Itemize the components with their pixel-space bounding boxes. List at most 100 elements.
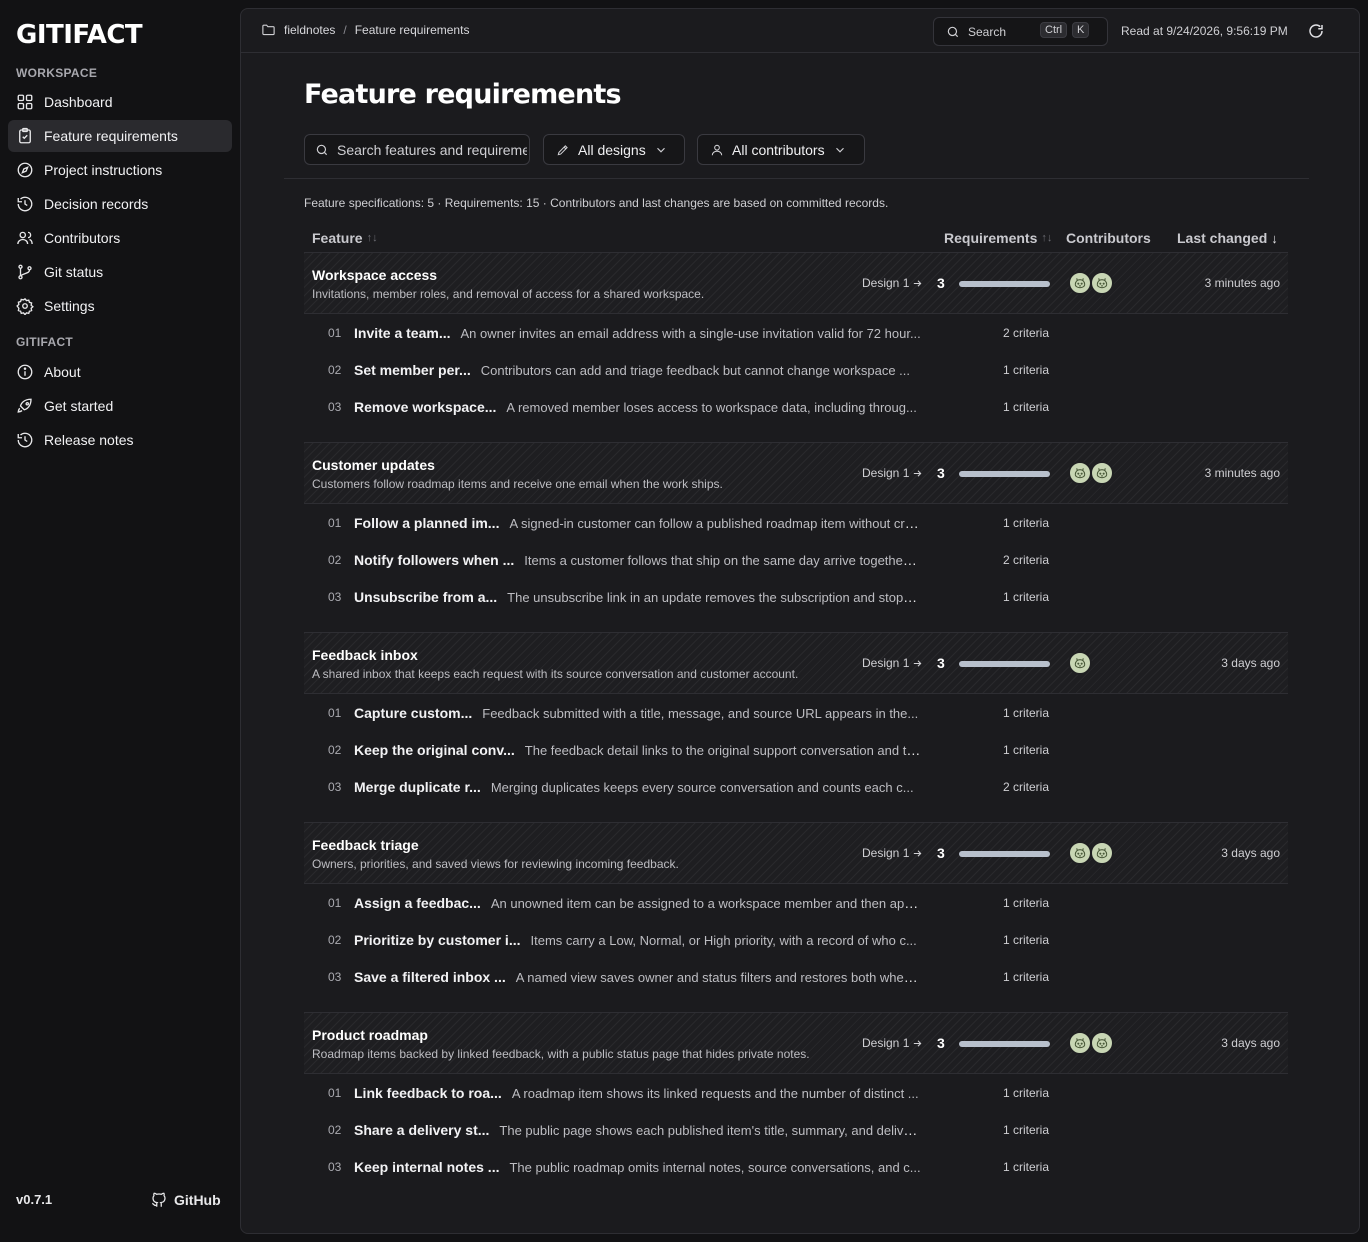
requirement-row[interactable]: 02 Prioritize by customer i... Items carry… bbox=[304, 921, 1288, 958]
feature-group-row[interactable]: Feedback inbox A shared inbox that keeps … bbox=[304, 632, 1288, 694]
requirement-number: 03 bbox=[328, 589, 342, 604]
requirement-description: The public page shows each published ite… bbox=[499, 1122, 921, 1138]
column-header-requirements[interactable]: Requirements ↑↓ bbox=[944, 230, 1052, 246]
sidebar-item-contributors[interactable]: Contributors bbox=[8, 222, 232, 254]
contributor-avatar[interactable] bbox=[1068, 461, 1092, 485]
criteria-count: 1 criteria bbox=[1003, 1085, 1050, 1100]
breadcrumb-current: Feature requirements bbox=[354, 22, 470, 37]
sidebar-item-decision-records[interactable]: Decision records bbox=[8, 188, 232, 220]
requirement-title: Set member per... bbox=[354, 361, 471, 378]
read-at-timestamp: Read at 9/24/2026, 9:56:19 PM bbox=[1121, 24, 1288, 38]
history-icon bbox=[17, 432, 33, 448]
refresh-icon[interactable] bbox=[1307, 22, 1325, 40]
requirement-row[interactable]: 01 Capture custom... Feedback submitted wi… bbox=[304, 694, 1288, 731]
requirement-title: Follow a planned im... bbox=[354, 514, 500, 531]
design-link[interactable]: Design 1 bbox=[862, 466, 923, 480]
requirement-row[interactable]: 03 Merge duplicate r... Merging duplicates… bbox=[304, 768, 1288, 805]
requirement-row[interactable]: 01 Invite a team... An owner invites an em… bbox=[304, 314, 1288, 351]
requirement-row[interactable]: 02 Keep the original conv... The feedback … bbox=[304, 731, 1288, 768]
design-link-label: Design 1 bbox=[862, 656, 910, 670]
designs-filter-dropdown[interactable]: All designs bbox=[543, 134, 685, 165]
criteria-count: 1 criteria bbox=[1003, 399, 1050, 414]
requirements-count: 3 bbox=[937, 275, 945, 291]
feature-group-row[interactable]: Customer updates Customers follow roadmap… bbox=[304, 442, 1288, 504]
sidebar-item-feature-requirements[interactable]: Feature requirements bbox=[8, 120, 232, 152]
search-icon bbox=[947, 26, 959, 37]
requirement-row[interactable]: 03 Unsubscribe from a... The unsubscribe l… bbox=[304, 578, 1288, 615]
requirement-row[interactable]: 02 Set member per... Contributors can add … bbox=[304, 351, 1288, 388]
sidebar-item-about[interactable]: About bbox=[8, 356, 232, 388]
design-link[interactable]: Design 1 bbox=[862, 1036, 923, 1050]
requirement-row[interactable]: 01 Follow a planned im... A signed-in cust… bbox=[304, 504, 1288, 541]
requirement-description: A roadmap item shows its linked requests… bbox=[511, 1085, 919, 1101]
contributors-filter-dropdown[interactable]: All contributors bbox=[697, 134, 865, 165]
requirement-row[interactable]: 01 Link feedback to roa... A roadmap item … bbox=[304, 1074, 1288, 1111]
breadcrumb-root[interactable]: fieldnotes bbox=[284, 23, 335, 37]
feature-description: Roadmap items backed by linked feedback,… bbox=[312, 1047, 810, 1061]
design-link[interactable]: Design 1 bbox=[862, 656, 923, 670]
requirement-row[interactable]: 03 Remove workspace... A removed member lo… bbox=[304, 388, 1288, 425]
feature-search-input[interactable] bbox=[337, 141, 527, 158]
feature-title: Customer updates bbox=[312, 457, 435, 473]
contributor-avatar[interactable] bbox=[1068, 1031, 1092, 1055]
requirements-count: 3 bbox=[937, 465, 945, 481]
feature-search-field[interactable] bbox=[304, 134, 530, 165]
sidebar-item-settings[interactable]: Settings bbox=[8, 290, 232, 322]
folder-icon bbox=[262, 24, 275, 36]
contributor-avatar[interactable] bbox=[1068, 841, 1092, 865]
contributor-avatar[interactable] bbox=[1090, 1031, 1114, 1055]
info-icon bbox=[17, 364, 33, 380]
feature-title: Workspace access bbox=[312, 267, 438, 283]
criteria-count: 1 criteria bbox=[1003, 705, 1050, 720]
requirement-title: Notify followers when ... bbox=[354, 551, 515, 568]
app-logo[interactable]: GITIFACT bbox=[16, 20, 143, 50]
contributor-avatar[interactable] bbox=[1090, 271, 1114, 295]
sidebar-item-git-status[interactable]: Git status bbox=[8, 256, 232, 288]
sidebar-item-project-instructions[interactable]: Project instructions bbox=[8, 154, 232, 186]
requirement-row[interactable]: 02 Notify followers when ... Items a custo… bbox=[304, 541, 1288, 578]
column-header-contributors: Contributors bbox=[1066, 230, 1151, 246]
contributor-avatar[interactable] bbox=[1068, 651, 1092, 675]
requirement-number: 01 bbox=[328, 515, 342, 530]
criteria-count: 1 criteria bbox=[1003, 969, 1050, 984]
feature-group-row[interactable]: Product roadmap Roadmap items backed by l… bbox=[304, 1012, 1288, 1074]
requirement-text: Capture custom... Feedback submitted with… bbox=[354, 705, 921, 721]
contributor-avatar[interactable] bbox=[1068, 271, 1092, 295]
requirement-title: Save a filtered inbox ... bbox=[354, 968, 506, 985]
global-search-button[interactable]: Search Ctrl K bbox=[933, 17, 1108, 46]
requirement-text: Assign a feedbac... An unowned item can b… bbox=[354, 895, 921, 911]
gear-icon bbox=[16, 297, 34, 315]
requirement-title: Assign a feedbac... bbox=[354, 894, 481, 911]
git-branch-icon bbox=[18, 264, 32, 280]
requirement-text: Share a delivery st... The public page sh… bbox=[354, 1122, 921, 1138]
feature-description: Owners, priorities, and saved views for … bbox=[312, 857, 679, 871]
rocket-icon bbox=[17, 398, 32, 413]
contributors-avatars bbox=[1068, 841, 1114, 865]
requirement-description: The public roadmap omits internal notes,… bbox=[509, 1159, 921, 1175]
requirement-row[interactable]: 03 Keep internal notes ... The public road… bbox=[304, 1148, 1288, 1185]
sidebar-item-label: Contributors bbox=[44, 230, 121, 246]
design-link[interactable]: Design 1 bbox=[862, 846, 923, 860]
design-link[interactable]: Design 1 bbox=[862, 276, 923, 290]
sidebar-item-get-started[interactable]: Get started bbox=[8, 390, 232, 422]
requirement-row[interactable]: 03 Save a filtered inbox ... A named view … bbox=[304, 958, 1288, 995]
sidebar-item-release-notes[interactable]: Release notes bbox=[8, 424, 232, 456]
criteria-count: 1 criteria bbox=[1003, 362, 1050, 377]
requirement-row[interactable]: 01 Assign a feedbac... An unowned item can… bbox=[304, 884, 1288, 921]
history-icon bbox=[17, 196, 33, 212]
contributor-avatar[interactable] bbox=[1090, 461, 1114, 485]
contributor-avatar[interactable] bbox=[1090, 841, 1114, 865]
requirements-progress-bar bbox=[959, 851, 1050, 857]
column-header-last-changed[interactable]: Last changed ↓ bbox=[1177, 230, 1278, 246]
feature-group-row[interactable]: Feedback triage Owners, priorities, and s… bbox=[304, 822, 1288, 884]
requirement-row[interactable]: 02 Share a delivery st... The public page … bbox=[304, 1111, 1288, 1148]
sidebar-item-dashboard[interactable]: Dashboard bbox=[8, 86, 232, 118]
feature-group-row[interactable]: Workspace access Invitations, member role… bbox=[304, 252, 1288, 314]
criteria-count: 1 criteria bbox=[1003, 742, 1050, 757]
requirement-number: 02 bbox=[328, 552, 342, 567]
requirement-text: Set member per... Contributors can add an… bbox=[354, 362, 921, 378]
requirement-description: Items a customer follows that ship on th… bbox=[524, 552, 921, 568]
column-header-feature[interactable]: Feature ↑↓ bbox=[312, 230, 378, 246]
github-link[interactable]: GitHub bbox=[150, 1191, 221, 1209]
requirement-number: 03 bbox=[328, 1159, 342, 1174]
